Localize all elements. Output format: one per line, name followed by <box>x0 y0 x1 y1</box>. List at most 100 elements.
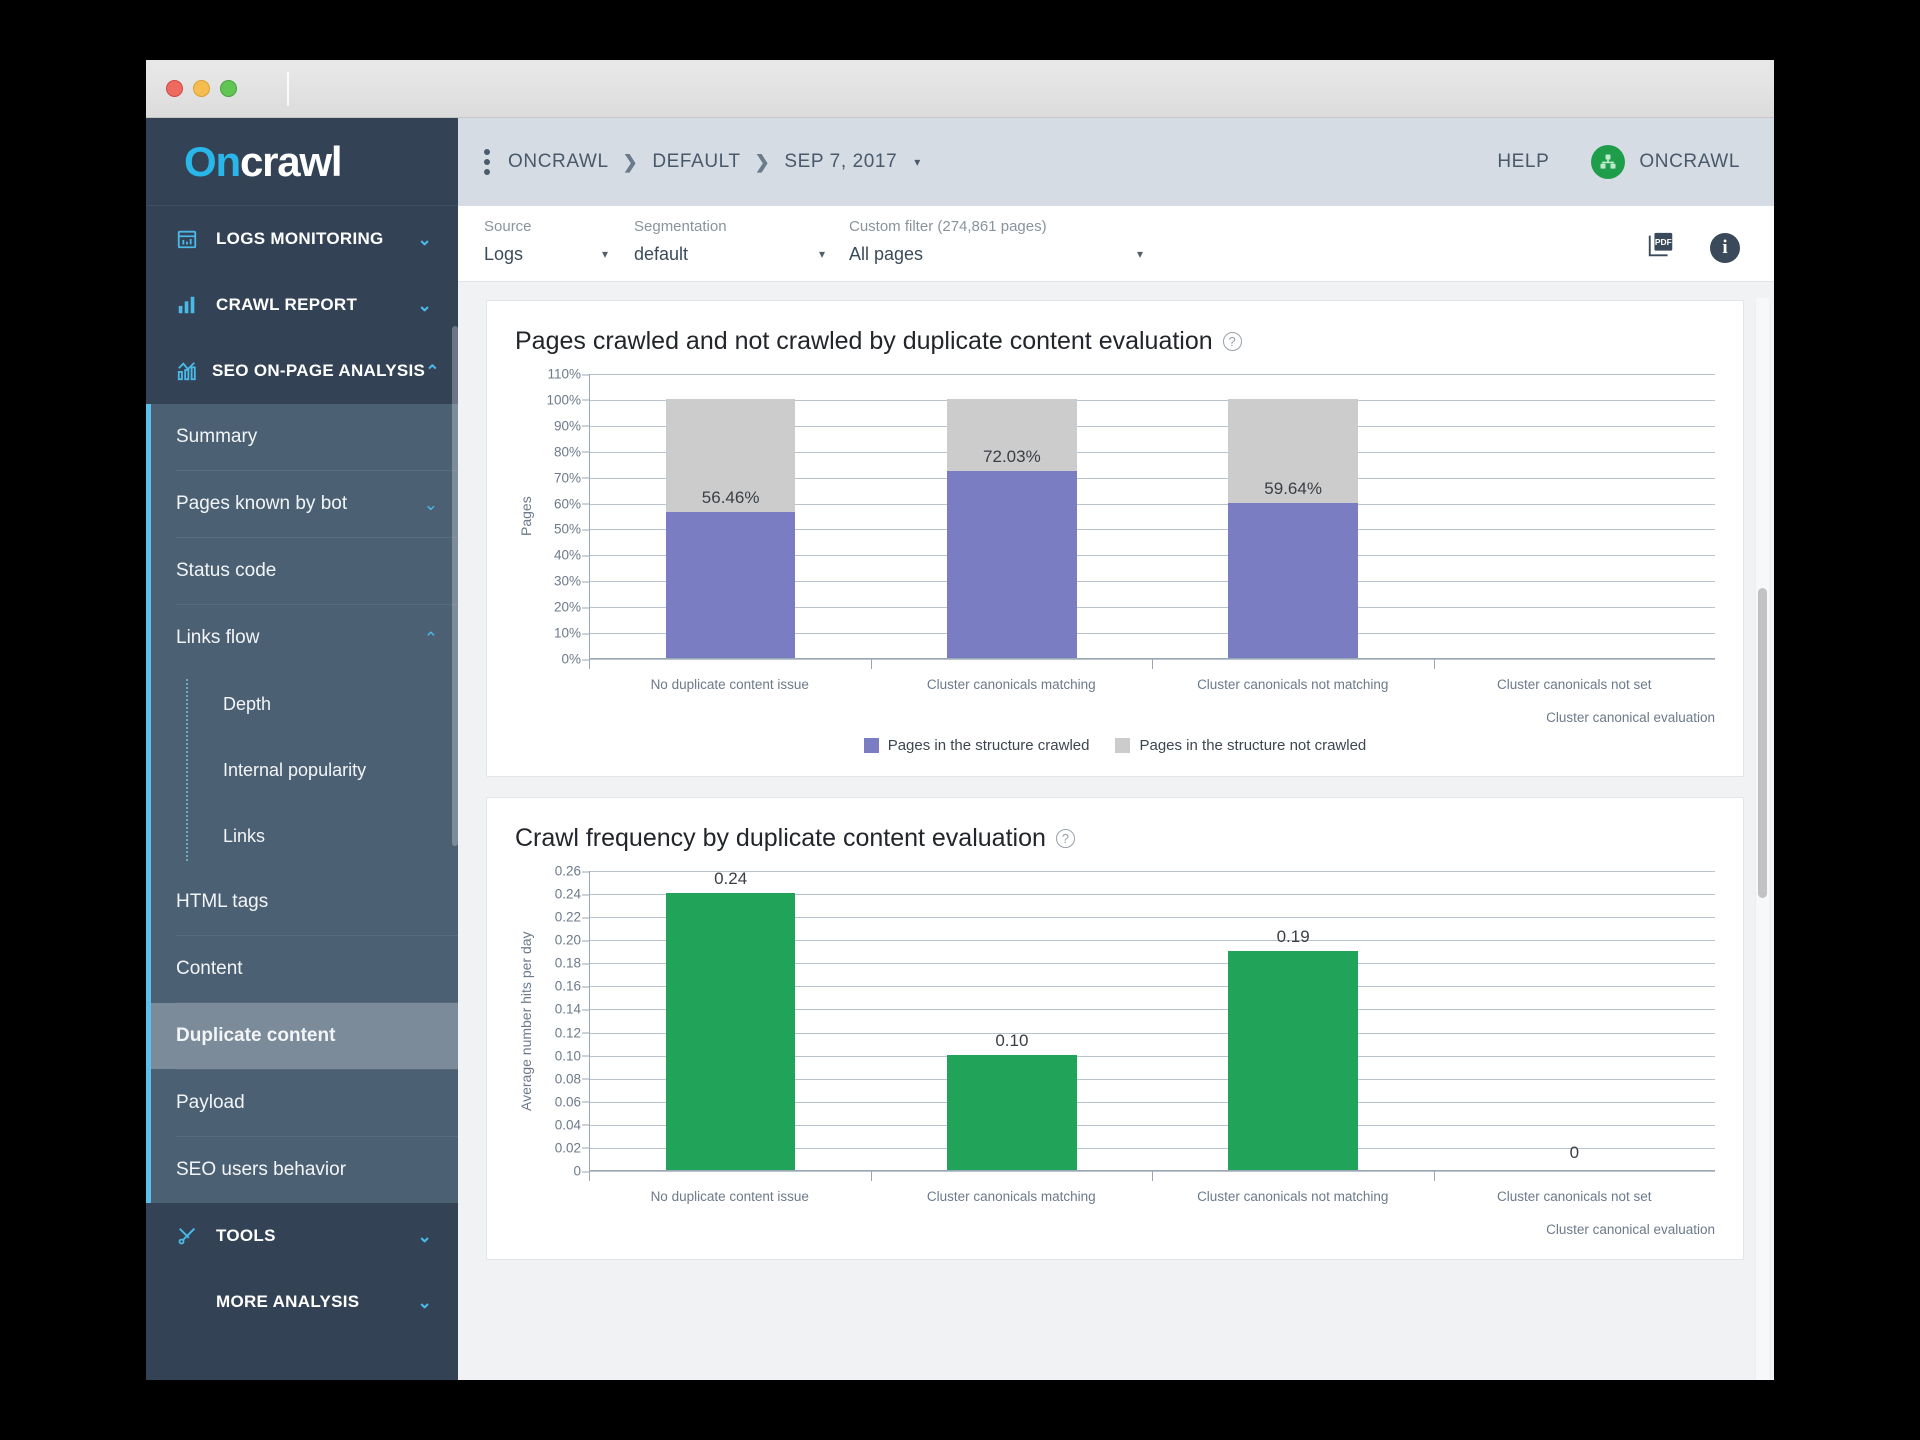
user-menu[interactable]: ONCRAWL <box>1591 145 1740 179</box>
x-tick-label: No duplicate content issue <box>589 659 871 692</box>
sidebar-item-links-flow[interactable]: Links flow ⌃ <box>151 605 458 671</box>
help-link[interactable]: HELP <box>1497 151 1549 173</box>
source-filter-value: Logs <box>484 244 524 264</box>
y-tick-label: 110% <box>547 366 589 382</box>
sidebar-item-seo-users-behavior[interactable]: SEO users behavior <box>151 1137 458 1203</box>
bar[interactable]: 59.64% <box>1228 398 1358 658</box>
segmentation-filter-label: Segmentation <box>634 218 727 235</box>
tab-divider <box>287 71 289 106</box>
chart-title-1: Pages crawled and not crawled by duplica… <box>515 327 1715 356</box>
chart-1-x-axis-label: Cluster canonical evaluation <box>1546 710 1715 725</box>
chevron-down-icon: ⌄ <box>417 1292 432 1312</box>
sidebar-group-seo-on-page-analysis[interactable]: SEO ON-PAGE ANALYSIS ⌃ <box>146 338 458 404</box>
help-icon[interactable]: ? <box>1222 332 1242 351</box>
bar-slot: 0.10 <box>871 871 1152 1170</box>
chart-title-2: Crawl frequency by duplicate content eva… <box>515 824 1715 853</box>
vertical-scrollbar[interactable] <box>1755 298 1769 1380</box>
sidebar-item-label: Duplicate content <box>176 1025 336 1046</box>
sidebar-item-links[interactable]: Links <box>151 803 458 869</box>
application-window: Oncrawl LOGS MONITORING ⌄ CRAWL REPORT ⌄… <box>146 60 1774 1380</box>
export-pdf-icon[interactable]: PDF <box>1646 230 1676 265</box>
sidebar-item-internal-popularity[interactable]: Internal popularity <box>151 737 458 803</box>
legend-item-crawled[interactable]: Pages in the structure crawled <box>863 737 1089 754</box>
chevron-down-icon[interactable]: ▾ <box>819 247 825 261</box>
sidebar-group-more-analysis[interactable]: MORE ANALYSIS ⌄ <box>146 1269 458 1335</box>
y-tick-label: 0.18 <box>554 955 590 971</box>
bar[interactable]: 0.24 <box>665 869 796 1170</box>
minimize-window-button[interactable] <box>193 80 210 97</box>
y-tick-label: 80% <box>553 444 590 460</box>
logo-text-c: c <box>239 137 263 185</box>
y-tick-label: 20% <box>553 599 590 615</box>
line-chart-icon <box>176 360 198 382</box>
chart-title-text: Crawl frequency by duplicate content eva… <box>515 824 1046 852</box>
sidebar-item-depth[interactable]: Depth <box>151 671 458 737</box>
y-tick-label: 0.12 <box>554 1025 590 1041</box>
close-window-button[interactable] <box>166 80 183 97</box>
info-icon[interactable]: i <box>1710 232 1740 263</box>
sidebar-item-label: Summary <box>176 426 258 447</box>
breadcrumb: ONCRAWL ❯ DEFAULT ❯ SEP 7, 2017 ▾ <box>508 151 921 173</box>
bar-segment <box>1228 950 1358 1170</box>
breadcrumb-item-config[interactable]: DEFAULT <box>652 151 740 173</box>
chart-2-x-axis-label: Cluster canonical evaluation <box>1546 1222 1715 1237</box>
chart-1-x-ticks: No duplicate content issue Cluster canoni… <box>589 659 1715 692</box>
breadcrumb-separator-icon: ❯ <box>622 151 639 172</box>
source-filter-label: Source <box>484 218 532 235</box>
app-logo[interactable]: Oncrawl <box>146 118 458 206</box>
sidebar-group-logs-monitoring[interactable]: LOGS MONITORING ⌄ <box>146 206 458 272</box>
sidebar-group-crawl-report[interactable]: CRAWL REPORT ⌄ <box>146 272 458 338</box>
sidebar-item-duplicate-content[interactable]: Duplicate content <box>151 1003 458 1069</box>
sidebar-group-label: CRAWL REPORT <box>216 295 358 314</box>
bar[interactable]: 0.19 <box>1228 927 1358 1170</box>
y-tick-label: 10% <box>553 625 590 641</box>
chevron-down-icon[interactable]: ▾ <box>914 155 921 169</box>
legend-item-not-crawled[interactable]: Pages in the structure not crawled <box>1115 737 1366 754</box>
chevron-down-icon: ⌄ <box>417 295 432 315</box>
bar-slot: 59.64% <box>1153 374 1434 658</box>
sidebar-item-html-tags[interactable]: HTML tags <box>151 869 458 935</box>
sidebar-item-summary[interactable]: Summary <box>151 404 458 470</box>
y-tick-label: 30% <box>553 573 590 589</box>
breadcrumb-item-project[interactable]: ONCRAWL <box>508 151 609 173</box>
bar-value-label: 56.46% <box>701 487 760 507</box>
bar-value-label: 59.64% <box>1264 479 1322 499</box>
bar[interactable]: 0.10 <box>947 1031 1077 1170</box>
sidebar-item-status-code[interactable]: Status code <box>151 538 458 604</box>
custom-filter[interactable]: Custom filter (274,861 pages) All pages … <box>849 206 1169 281</box>
sidebar-item-label: Internal popularity <box>223 759 367 780</box>
sidebar-item-label: Content <box>176 958 243 979</box>
zoom-window-button[interactable] <box>220 80 237 97</box>
sidebar-item-content[interactable]: Content <box>151 936 458 1002</box>
y-tick-label: 100% <box>546 392 589 408</box>
bar[interactable]: 56.46% <box>665 398 796 658</box>
bar-slot: 0.24 <box>590 869 871 1170</box>
chevron-down-icon[interactable]: ▾ <box>1137 247 1143 261</box>
y-tick-label: 0.10 <box>554 1048 590 1064</box>
y-tick-label: 0.24 <box>554 886 590 902</box>
segmentation-filter[interactable]: Segmentation default ▾ <box>634 206 849 281</box>
chevron-down-icon: ⌄ <box>417 1226 432 1246</box>
chevron-down-icon[interactable]: ▾ <box>602 247 608 261</box>
scrollbar-thumb[interactable] <box>1758 588 1767 898</box>
y-tick-label: 50% <box>553 521 590 537</box>
kebab-menu-icon[interactable] <box>484 149 490 175</box>
sidebar-group-tools[interactable]: TOOLS ⌄ <box>146 1203 458 1269</box>
source-filter[interactable]: Source Logs ▾ <box>484 206 634 281</box>
bar[interactable]: 72.03% <box>947 398 1077 658</box>
help-icon[interactable]: ? <box>1055 829 1075 848</box>
svg-text:PDF: PDF <box>1655 237 1672 247</box>
logo-text-rawl: rawl <box>262 137 342 185</box>
bar-segment <box>947 471 1077 658</box>
sidebar-item-pages-known-by-bot[interactable]: Pages known by bot ⌄ <box>151 471 458 537</box>
scroll-container[interactable]: Pages crawled and not crawled by duplica… <box>458 282 1774 1380</box>
sidebar-group-label: SEO ON-PAGE ANALYSIS <box>212 361 426 380</box>
window-controls <box>166 80 237 97</box>
y-tick-label: 70% <box>553 470 590 486</box>
bar-slot: 72.03% <box>871 374 1152 658</box>
y-tick-label: 0.08 <box>554 1071 590 1087</box>
x-tick-label: Cluster canonicals not matching <box>1152 1171 1434 1204</box>
sidebar-item-payload[interactable]: Payload <box>151 1070 458 1136</box>
bar-value-label: 0.10 <box>995 1030 1029 1050</box>
breadcrumb-item-date[interactable]: SEP 7, 2017 <box>784 151 897 173</box>
